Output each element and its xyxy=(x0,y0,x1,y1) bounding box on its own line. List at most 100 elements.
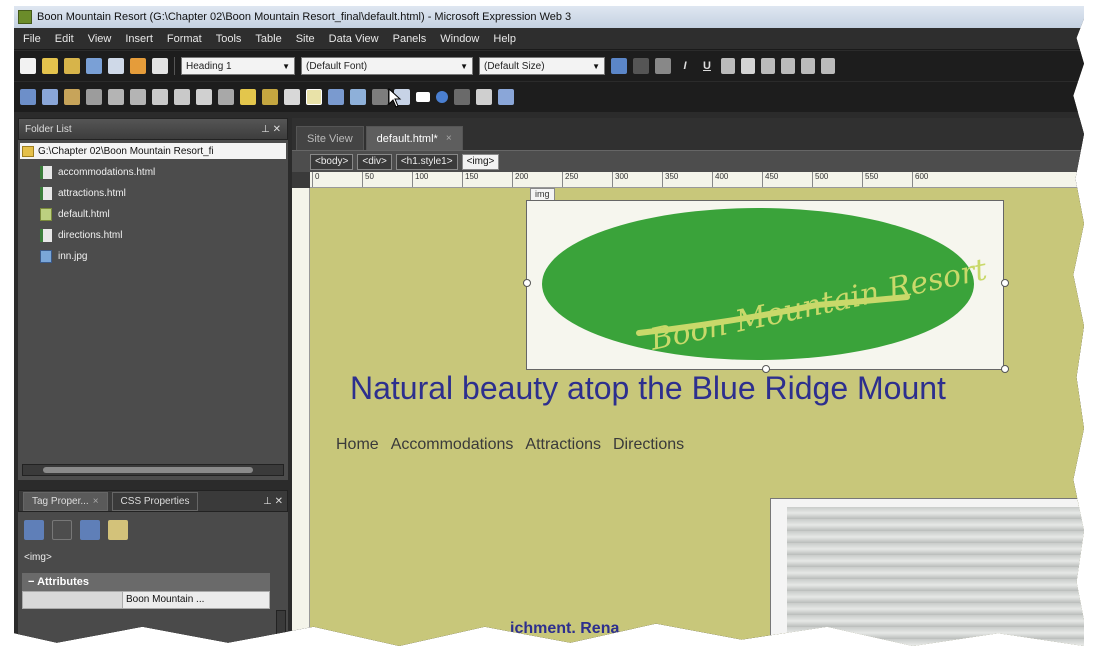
file-attractions[interactable]: attractions.html xyxy=(18,183,288,204)
preview-icon[interactable] xyxy=(152,58,168,74)
tag-properties-scrollbar[interactable] xyxy=(276,610,286,644)
menu-edit[interactable]: Edit xyxy=(48,33,81,45)
font-dropdown[interactable]: (Default Font) ▼ xyxy=(301,57,473,75)
resize-handle[interactable] xyxy=(1001,365,1009,373)
scrollbar-thumb[interactable] xyxy=(43,467,253,473)
page-navigation: Home Accommodations Attractions Directio… xyxy=(336,436,684,454)
attributes-section[interactable]: − Attributes xyxy=(22,573,270,591)
italic-button[interactable]: I xyxy=(677,60,693,72)
nav-accommodations[interactable]: Accommodations xyxy=(391,436,514,454)
menu-view[interactable]: View xyxy=(81,33,119,45)
flip-horizontal-icon[interactable] xyxy=(152,89,168,105)
bring-forward-icon[interactable] xyxy=(64,89,80,105)
set-transparent-color-icon[interactable] xyxy=(306,89,322,105)
folder-root[interactable]: G:\Chapter 02\Boon Mountain Resort_fi xyxy=(20,143,286,159)
menu-window[interactable]: Window xyxy=(433,33,486,45)
tab-site-view[interactable]: Site View xyxy=(296,126,364,150)
quick-tag-img[interactable]: <img> xyxy=(461,153,500,170)
publish-icon[interactable] xyxy=(108,58,124,74)
align-left-icon[interactable] xyxy=(721,58,735,74)
page-heading[interactable]: Natural beauty atop the Blue Ridge Mount xyxy=(350,370,946,407)
file-default[interactable]: default.html xyxy=(18,204,288,225)
bold-button[interactable] xyxy=(655,58,671,74)
menu-data-view[interactable]: Data View xyxy=(322,33,386,45)
new-page-icon[interactable] xyxy=(20,58,36,74)
menu-insert[interactable]: Insert xyxy=(118,33,160,45)
size-dropdown-value: (Default Size) xyxy=(484,60,545,72)
send-backward-icon[interactable] xyxy=(86,89,102,105)
design-view[interactable]: img Boon Mountain Resort Natural beauty … xyxy=(310,188,1084,646)
restore-icon[interactable] xyxy=(498,89,514,105)
menu-table[interactable]: Table xyxy=(248,33,288,45)
more-brightness-icon[interactable] xyxy=(240,89,256,105)
close-icon[interactable]: × xyxy=(93,496,99,507)
pin-close-icon[interactable]: ⊥ ✕ xyxy=(261,124,281,135)
auto-thumbnail-icon[interactable] xyxy=(42,89,58,105)
menu-site[interactable]: Site xyxy=(289,33,322,45)
file-accommodations[interactable]: accommodations.html xyxy=(18,162,288,183)
dreamweaver-icon[interactable] xyxy=(130,58,146,74)
resample-icon[interactable] xyxy=(372,89,388,105)
menu-panels[interactable]: Panels xyxy=(386,33,434,45)
pin-close-icon[interactable]: ⊥ ✕ xyxy=(263,496,283,507)
undo-icon[interactable] xyxy=(611,58,627,74)
logo-image[interactable]: Boon Mountain Resort xyxy=(523,200,1009,373)
mouse-pointer-icon xyxy=(388,88,402,108)
nav-directions[interactable]: Directions xyxy=(613,436,684,454)
open-site-icon[interactable] xyxy=(64,58,80,74)
highlight-hotspots-icon[interactable] xyxy=(476,89,492,105)
flip-vertical-icon[interactable] xyxy=(174,89,190,105)
numbered-list-icon[interactable] xyxy=(781,58,795,74)
chevron-down-icon: ▼ xyxy=(460,61,468,71)
resize-handle[interactable] xyxy=(1001,279,1009,287)
sort-icon[interactable] xyxy=(52,520,72,540)
inn-photo-frame[interactable] xyxy=(770,498,1084,646)
rotate-right-icon[interactable] xyxy=(130,89,146,105)
show-set-properties-icon[interactable] xyxy=(80,520,100,540)
chevron-down-icon: ▼ xyxy=(282,61,290,71)
quick-tag-body[interactable]: <body> xyxy=(310,153,354,170)
folder-list-scrollbar[interactable] xyxy=(22,464,284,476)
file-inn-jpg[interactable]: inn.jpg xyxy=(18,246,288,267)
size-dropdown[interactable]: (Default Size) ▼ xyxy=(479,57,605,75)
bullet-list-icon[interactable] xyxy=(801,58,815,74)
quick-tag-h1[interactable]: <h1.style1> xyxy=(395,153,458,170)
resize-handle[interactable] xyxy=(523,279,531,287)
menu-format[interactable]: Format xyxy=(160,33,209,45)
tab-site-view-label: Site View xyxy=(307,132,353,145)
attribute-row[interactable]: Boon Mountain ... xyxy=(22,591,270,609)
less-brightness-icon[interactable] xyxy=(262,89,278,105)
crop-icon[interactable] xyxy=(284,89,300,105)
rotate-left-icon[interactable] xyxy=(108,89,124,105)
open-icon[interactable] xyxy=(42,58,58,74)
quick-tag-div[interactable]: <div> xyxy=(357,153,392,170)
decrease-indent-icon[interactable] xyxy=(821,58,835,74)
ruler-mark: 300 xyxy=(612,172,628,187)
color-icon[interactable] xyxy=(328,89,344,105)
tab-tag-properties[interactable]: Tag Proper... × xyxy=(23,491,108,511)
insert-picture-icon[interactable] xyxy=(20,89,36,105)
polygonal-hotspot-icon[interactable] xyxy=(454,89,470,105)
nav-attractions[interactable]: Attractions xyxy=(525,436,601,454)
menu-help[interactable]: Help xyxy=(486,33,523,45)
style-dropdown[interactable]: Heading 1 ▼ xyxy=(181,57,295,75)
align-center-icon[interactable] xyxy=(741,58,755,74)
less-contrast-icon[interactable] xyxy=(218,89,234,105)
redo-icon[interactable] xyxy=(633,58,649,74)
categorized-icon[interactable] xyxy=(24,520,44,540)
save-icon[interactable] xyxy=(86,58,102,74)
nav-home[interactable]: Home xyxy=(336,436,379,454)
tab-css-properties[interactable]: CSS Properties xyxy=(111,491,199,511)
menu-file[interactable]: File xyxy=(16,33,48,45)
circular-hotspot-icon[interactable] xyxy=(436,91,448,103)
align-right-icon[interactable] xyxy=(761,58,775,74)
tab-default-html[interactable]: default.html* × xyxy=(365,126,463,150)
more-contrast-icon[interactable] xyxy=(196,89,212,105)
file-directions[interactable]: directions.html xyxy=(18,225,288,246)
close-icon[interactable]: × xyxy=(446,133,452,144)
menu-tools[interactable]: Tools xyxy=(209,33,249,45)
underline-button[interactable]: U xyxy=(699,60,715,72)
new-style-icon[interactable] xyxy=(108,520,128,540)
rectangular-hotspot-icon[interactable] xyxy=(416,92,430,102)
bevel-icon[interactable] xyxy=(350,89,366,105)
